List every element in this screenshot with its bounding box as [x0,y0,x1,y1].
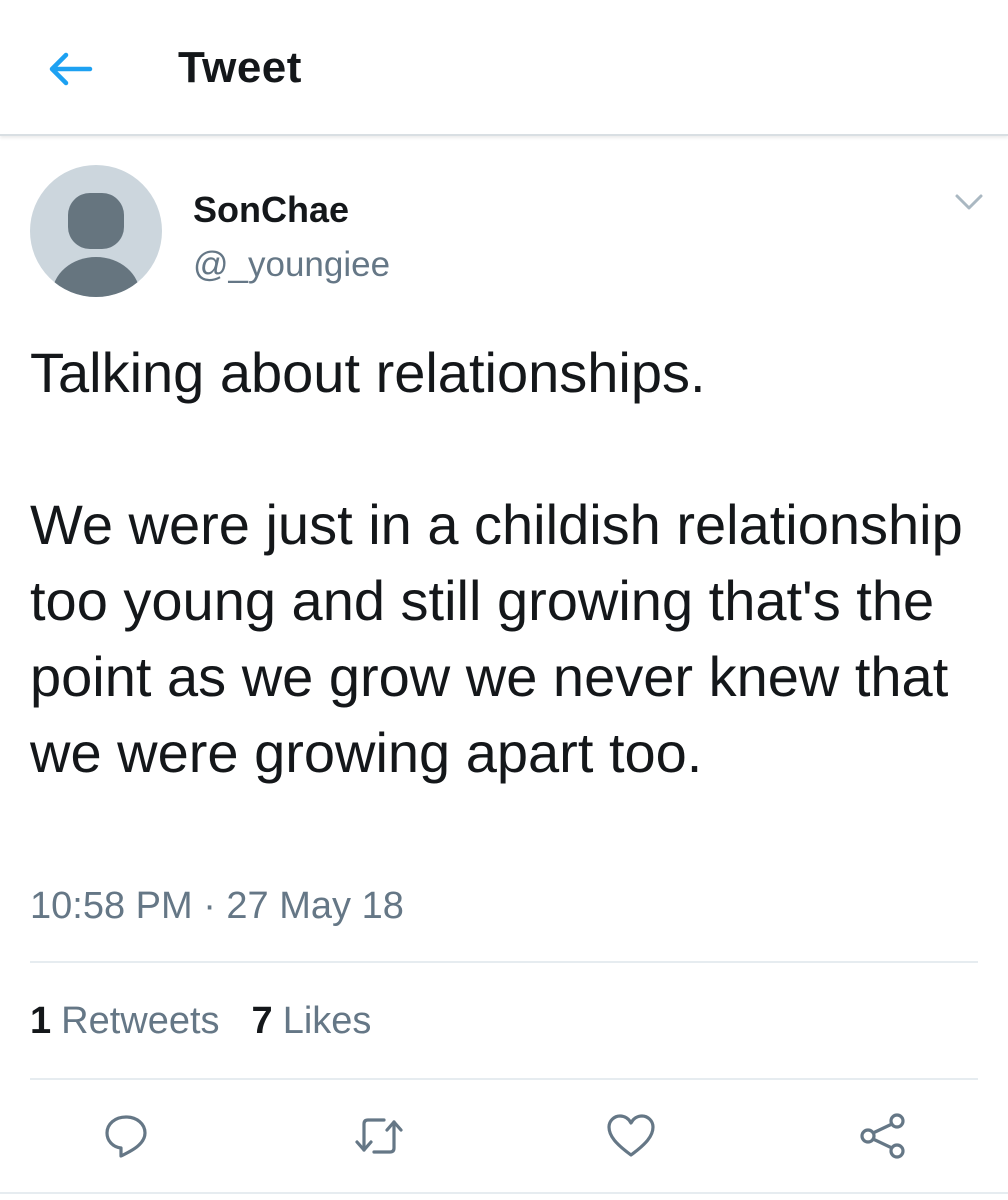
reply-button[interactable] [98,1108,154,1164]
likes-stat[interactable]: 7 Likes [252,997,372,1045]
display-name[interactable]: SonChae [193,188,349,232]
like-button[interactable] [603,1108,659,1164]
tweet-timestamp: 10:58 PM · 27 May 18 [30,885,404,927]
tweet-text: Talking about relationships. We were jus… [30,335,990,791]
tweet-stats: 1 Retweets 7 Likes [30,997,371,1045]
top-bar: Tweet [0,0,1008,136]
page-title: Tweet [178,43,302,92]
user-handle[interactable]: @_youngiee [193,244,390,286]
retweets-count: 1 [30,1000,52,1042]
default-profile-icon [52,193,140,297]
retweets-label: Retweets [61,1000,220,1042]
likes-count: 7 [251,1000,273,1042]
retweet-icon [355,1118,403,1154]
retweets-stat[interactable]: 1 Retweets [30,997,220,1045]
retweet-button[interactable] [351,1108,407,1164]
more-options-button[interactable] [950,188,988,216]
tweet-paragraph: We were just in a childish relationship … [30,493,963,784]
tweet-paragraph: Talking about relationships. [30,341,706,404]
heart-icon [607,1114,655,1157]
avatar[interactable] [30,165,162,297]
divider [30,961,978,963]
reply-bubble-icon [105,1115,147,1158]
likes-label: Likes [282,1000,372,1042]
bottom-divider [0,1192,1008,1200]
share-icon [860,1113,905,1159]
chevron-down-icon [955,194,983,210]
divider [30,1078,978,1080]
share-button[interactable] [855,1108,911,1164]
back-button[interactable] [40,44,100,94]
arrow-left-icon [49,52,93,86]
